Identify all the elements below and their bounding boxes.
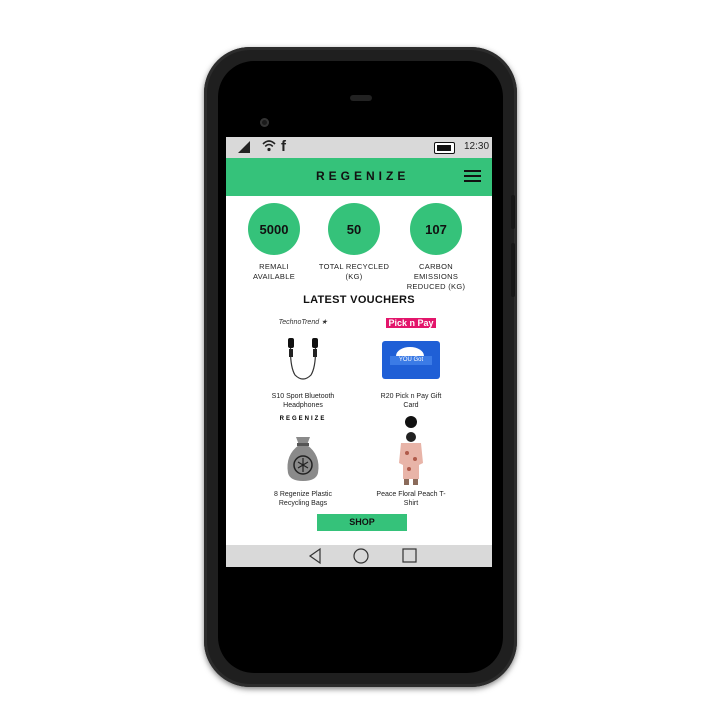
vouchers-title: LATEST VOUCHERS bbox=[303, 294, 415, 306]
android-nav-bar bbox=[226, 545, 492, 567]
headphones-image bbox=[248, 332, 358, 388]
stat-value: 5000 bbox=[248, 203, 300, 255]
stat-total-recycled: 50 TOTAL RECYCLED (KG) bbox=[314, 203, 394, 282]
recycling-bag-image bbox=[248, 430, 358, 486]
brand-logo-regenize: REGENIZE bbox=[279, 416, 327, 422]
hamburger-menu-icon[interactable] bbox=[464, 170, 481, 184]
status-bar: f 12:30 bbox=[226, 137, 492, 158]
back-icon bbox=[308, 547, 321, 565]
voucher-card-tshirt[interactable]: Peace Floral Peach T- Shirt bbox=[356, 416, 466, 508]
brand-logo-technotrend: TechnoTrend ★ bbox=[278, 319, 328, 326]
app-screen: f 12:30 REGENIZE 5000 REMALI AVAILABLE 50… bbox=[226, 137, 492, 567]
volume-button bbox=[511, 243, 515, 297]
gift-card-image: YOU Got bbox=[356, 332, 466, 388]
tshirt-image bbox=[356, 430, 466, 486]
stat-remali: 5000 REMALI AVAILABLE bbox=[234, 203, 314, 282]
facebook-icon: f bbox=[281, 138, 286, 155]
voucher-card-recycling-bags[interactable]: REGENIZE 8 Regenize Plastic Recycling Bag… bbox=[248, 416, 358, 508]
voucher-name: Peace Floral Peach T- Shirt bbox=[376, 491, 446, 507]
app-header: REGENIZE bbox=[226, 158, 492, 196]
speaker-grille bbox=[350, 95, 372, 101]
battery-icon bbox=[434, 142, 455, 154]
stat-label: REMALI AVAILABLE bbox=[252, 262, 296, 281]
voucher-name: R20 Pick n Pay Gift Card bbox=[380, 393, 442, 409]
shop-button[interactable]: SHOP bbox=[317, 514, 407, 531]
stat-label: CARBON EMISSIONS REDUCED (KG) bbox=[406, 262, 466, 291]
home-icon bbox=[353, 548, 369, 564]
stat-value: 50 bbox=[328, 203, 380, 255]
voucher-name: 8 Regenize Plastic Recycling Bags bbox=[274, 491, 332, 507]
camera-icon bbox=[260, 118, 269, 127]
stat-value: 107 bbox=[410, 203, 462, 255]
brand-logo-pick-n-pay: Pick n Pay bbox=[386, 318, 436, 328]
signal-icon bbox=[238, 141, 250, 153]
voucher-name: S10 Sport Bluetooth Headphones bbox=[271, 393, 335, 409]
voucher-card-headphones[interactable]: TechnoTrend ★ S10 Sport Bluetooth Headpho… bbox=[248, 318, 358, 410]
stat-carbon-reduced: 107 CARBON EMISSIONS REDUCED (KG) bbox=[396, 203, 476, 292]
power-button bbox=[511, 195, 515, 229]
stat-label: TOTAL RECYCLED (KG) bbox=[318, 262, 390, 281]
app-logo[interactable]: REGENIZE bbox=[316, 169, 409, 183]
voucher-card-gift-card[interactable]: Pick n Pay YOU Got R20 Pick n Pay Gift Ca… bbox=[356, 318, 466, 410]
brand-logo-peace bbox=[356, 416, 466, 430]
status-time: 12:30 bbox=[464, 141, 490, 152]
recents-icon bbox=[402, 548, 417, 563]
wifi-icon bbox=[262, 139, 276, 155]
